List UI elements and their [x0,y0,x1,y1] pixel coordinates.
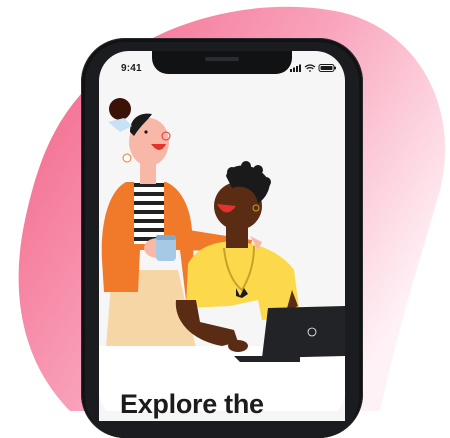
people-illustration [99,98,345,411]
woman-hair-bun [109,98,131,120]
laptop [262,306,345,358]
onboarding-headline: Explore the [120,389,264,419]
